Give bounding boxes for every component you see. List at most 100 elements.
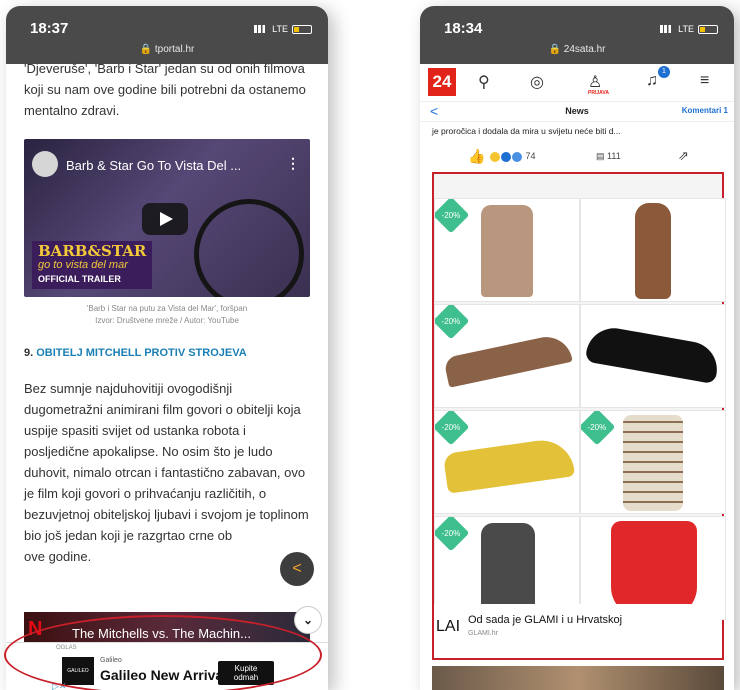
ad-footer-source: GLAMI.hr: [468, 630, 498, 637]
section-heading: 9. OBITELJ MITCHELL PROTIV STROJEVA: [24, 343, 310, 364]
address-url: 24sata.hr: [563, 44, 606, 55]
shirt-image: [623, 415, 683, 511]
ad-brand-name: Galileo: [100, 657, 122, 664]
sandal-image: [443, 332, 573, 388]
network-label: LTE: [678, 24, 694, 34]
paragraph-end: ove godine.: [24, 549, 92, 564]
ad-cta-button[interactable]: Kupite odmah: [218, 661, 274, 685]
caption-line-1: 'Barb i Star na putu za Vista del Mar', …: [86, 304, 248, 313]
notification-badge: 1: [658, 66, 670, 78]
bicycle-wheel-graphic: [194, 199, 304, 297]
ad-cta-line-1: Kupite: [234, 664, 258, 673]
share-icon[interactable]: <: [280, 552, 314, 586]
ad-footer-prefix: LAI: [436, 618, 461, 635]
search-icon[interactable]: ⚲: [478, 72, 490, 92]
discount-value: -20%: [441, 528, 461, 538]
logo-trailer-label: OFFICIAL TRAILER: [38, 274, 121, 284]
ad-brand-logo: GALILEO: [62, 657, 94, 685]
status-time: 18:37: [30, 20, 69, 37]
product-tile-shirt[interactable]: -20%: [580, 410, 726, 514]
chevron-down-icon[interactable]: ⌄: [294, 606, 322, 634]
loafer-image: [584, 323, 722, 385]
ad-footer-title: Od sada je GLAMI i u Hrvatskoj: [468, 614, 623, 626]
battery-icon: [292, 24, 312, 34]
next-image-strip: [432, 666, 724, 690]
paragraph-text: Bez sumnje najduhovitiji ovogodišnji dug…: [24, 381, 309, 543]
right-status-bar: 18:34 LTE 🔒 24sata.hr: [420, 6, 734, 64]
site-header: 24 ⚲ ◎ ♙ PRIJAVA ♫ 1 ≡: [420, 64, 734, 102]
status-signal: LTE: [660, 24, 718, 34]
logo-subtitle: go to vista del mar: [38, 259, 128, 271]
share-icon[interactable]: ⇗: [678, 148, 689, 164]
login-label[interactable]: PRIJAVA: [588, 90, 609, 96]
discount-badge: -20%: [435, 199, 470, 234]
discount-badge: -20%: [435, 305, 470, 340]
address-url: tportal.hr: [154, 44, 195, 55]
product-tile-loafer[interactable]: [580, 304, 726, 408]
left-status-bar: 18:37 LTE 🔒 tportal.hr: [6, 6, 328, 64]
reaction-summary[interactable]: 74: [490, 151, 536, 162]
discount-badge: -20%: [581, 411, 616, 446]
heading-number: 9.: [24, 347, 34, 359]
video-logo-overlay: BARB&STAR go to vista del mar OFFICIAL T…: [32, 241, 153, 289]
comment-count[interactable]: ▤ 111: [596, 151, 621, 162]
video2-title: The Mitchells vs. The Machin...: [72, 626, 251, 641]
ad-label: OGLAS: [56, 645, 77, 651]
caption-line-2: Izvor: Društvene mreže / Autor: YouTube: [95, 316, 239, 325]
camera-icon[interactable]: ◎: [530, 72, 544, 92]
wedge-image: [442, 436, 576, 494]
coat-image: [481, 205, 533, 297]
ad-choices-icon[interactable]: ▷✕: [52, 681, 66, 690]
signal-icon: [254, 25, 269, 33]
article-paragraph: 'Djeveruše', 'Barb i Star' jedan su od o…: [24, 61, 306, 118]
status-time: 18:34: [444, 20, 483, 37]
article-snippet: je proročica i dodala da mira u svijetu …: [432, 126, 621, 136]
ad-title: Galileo New Arrivals: [100, 667, 235, 683]
discount-value: -20%: [441, 316, 461, 326]
discount-value: -20%: [441, 210, 461, 220]
channel-avatar: [32, 151, 58, 177]
comments-link[interactable]: Komentari 1: [682, 106, 728, 115]
user-icon[interactable]: ♙: [588, 72, 602, 92]
discount-value: -20%: [441, 422, 461, 432]
like-emoji-icon: [501, 151, 511, 162]
wow-emoji-icon: [512, 151, 522, 162]
ad-footer[interactable]: LAI Od sada je GLAMI i u Hrvatskoj GLAMI…: [434, 604, 722, 658]
address-bar[interactable]: 🔒 24sata.hr: [420, 44, 734, 55]
heading-link[interactable]: OBITELJ MITCHELL PROTIV STROJEVA: [36, 347, 246, 359]
play-button[interactable]: [142, 203, 188, 235]
video-caption: 'Barb i Star na putu za Vista del Mar', …: [24, 303, 310, 327]
comment-count-value: 111: [607, 151, 621, 161]
dress-image: [635, 203, 671, 299]
reaction-count: 74: [525, 151, 536, 161]
status-signal: LTE: [254, 24, 312, 34]
article-body: 'Djeveruše', 'Barb i Star' jedan su od o…: [6, 61, 328, 577]
product-tile-dress[interactable]: [580, 198, 726, 302]
video-title: Barb & Star Go To Vista Del ...: [66, 158, 242, 173]
product-tile-sandal[interactable]: -20%: [434, 304, 580, 408]
battery-icon: [698, 24, 718, 34]
product-tile-coat[interactable]: -20%: [434, 198, 580, 302]
signal-icon: [660, 25, 675, 33]
site-logo[interactable]: 24: [428, 68, 456, 96]
thumbs-up-icon[interactable]: 👍: [468, 148, 485, 165]
netflix-logo-icon: N: [28, 618, 43, 640]
bell-icon[interactable]: ♫: [646, 72, 658, 90]
discount-badge: -20%: [435, 411, 470, 446]
left-phone-screen: 18:37 LTE 🔒 tportal.hr 'Djeveruše', 'Bar…: [6, 6, 328, 690]
right-phone-screen: 18:34 LTE 🔒 24sata.hr 24 ⚲ ◎ ♙ PRIJAVA ♫…: [420, 6, 734, 690]
discount-value: -20%: [587, 422, 607, 432]
reactions-bar: 👍 74 ▤ 111 ⇗: [420, 144, 734, 170]
product-tile-wedge[interactable]: -20%: [434, 410, 580, 514]
menu-icon[interactable]: ≡: [700, 72, 709, 90]
youtube-embed[interactable]: Barb & Star Go To Vista Del ... ⋮ BARB&S…: [24, 139, 310, 297]
more-vert-icon[interactable]: ⋮: [286, 153, 300, 174]
kids-dress-image: [611, 521, 697, 617]
section-subnav: < News Komentari 1: [420, 102, 734, 122]
product-ad-box[interactable]: ⓘ ✕ -20% -20% -20% -20%: [432, 172, 726, 660]
discount-badge: -20%: [435, 517, 470, 552]
network-label: LTE: [272, 24, 288, 34]
address-bar[interactable]: 🔒 tportal.hr: [6, 44, 328, 55]
article-paragraph-main: Bez sumnje najduhovitiji ovogodišnji dug…: [24, 378, 310, 567]
sticky-ad-banner[interactable]: OGLAS GALILEO Galileo Galileo New Arriva…: [6, 642, 328, 690]
